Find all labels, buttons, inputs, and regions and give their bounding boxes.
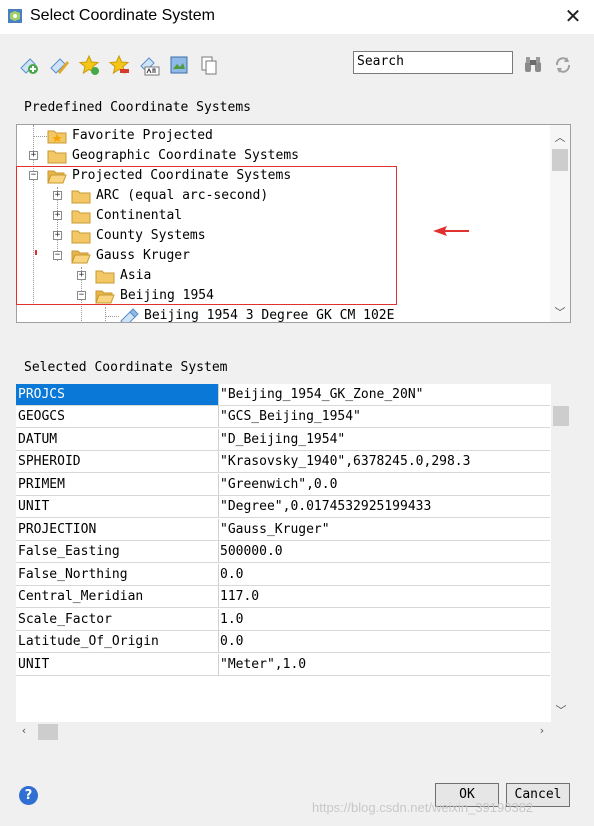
property-value: "GCS_Beijing_1954"	[220, 409, 361, 424]
property-value: 1.0	[220, 612, 244, 627]
watermark: https://blog.csdn.net/weixin_39190382	[312, 800, 534, 815]
import-icon[interactable]	[168, 54, 190, 76]
property-key: PROJCS	[16, 384, 219, 405]
scroll-down-icon[interactable]: ﹀	[551, 702, 571, 718]
remove-favorite-icon[interactable]	[108, 54, 130, 76]
scroll-thumb[interactable]	[553, 406, 569, 426]
predefined-label: Predefined Coordinate Systems	[24, 100, 251, 115]
property-value: 0.0	[220, 567, 244, 582]
property-key: PRIMEM	[16, 474, 219, 495]
property-value: "Gauss_Kruger"	[220, 522, 330, 537]
property-value: "Krasovsky_1940",6378245.0,298.3	[220, 454, 471, 469]
app-icon	[8, 9, 22, 23]
tree-item-favorite-projected[interactable]: Favorite Projected	[17, 126, 547, 146]
table-row[interactable]: Latitude_Of_Origin 0.0	[16, 631, 550, 653]
scroll-thumb[interactable]	[552, 149, 568, 171]
property-value: "Meter",1.0	[220, 657, 307, 672]
title-bar: Select Coordinate System ✕	[0, 0, 594, 34]
help-icon[interactable]: ?	[19, 786, 38, 805]
tree-item-label: Beijing 1954 3 Degree GK CM 102E	[144, 308, 395, 323]
property-key: UNIT	[16, 496, 219, 517]
scroll-right-icon[interactable]: ›	[534, 724, 550, 740]
property-value: "Beijing_1954_GK_Zone_20N"	[220, 387, 424, 402]
refresh-icon[interactable]	[552, 54, 574, 76]
favorite-folder-icon	[47, 130, 67, 144]
property-key: False_Northing	[16, 564, 219, 585]
add-coordinate-icon[interactable]	[18, 54, 40, 76]
property-value: 0.0	[220, 634, 244, 649]
property-key: Central_Meridian	[16, 586, 219, 607]
expand-toggle[interactable]: +	[29, 151, 38, 160]
table-row[interactable]: PROJECTION "Gauss_Kruger"	[16, 519, 550, 541]
arrow-left-icon	[433, 226, 469, 236]
property-value: "Degree",0.0174532925199433	[220, 499, 432, 514]
property-key: GEOGCS	[16, 406, 219, 427]
table-row[interactable]: PRIMEM "Greenwich",0.0	[16, 474, 550, 496]
property-value: "D_Beijing_1954"	[220, 432, 346, 447]
scroll-down-icon[interactable]: ﹀	[550, 304, 570, 320]
search-input[interactable]: Search	[353, 51, 513, 74]
scroll-left-icon[interactable]: ‹	[16, 724, 32, 740]
property-key: Scale_Factor	[16, 609, 219, 630]
selected-label: Selected Coordinate System	[24, 360, 228, 375]
table-row[interactable]: False_Northing 0.0	[16, 564, 550, 586]
property-value: 117.0	[220, 589, 260, 604]
add-favorite-icon[interactable]	[78, 54, 100, 76]
binoculars-icon[interactable]	[522, 54, 544, 76]
edit-coordinate-icon[interactable]	[48, 54, 70, 76]
highlight-box	[16, 166, 397, 305]
scroll-thumb[interactable]	[38, 724, 58, 740]
rename-icon[interactable]	[138, 54, 160, 76]
table-row[interactable]: PROJCS "Beijing_1954_GK_Zone_20N"	[16, 384, 550, 406]
table-vertical-scrollbar[interactable]: ﹀	[551, 384, 571, 722]
table-row[interactable]: GEOGCS "GCS_Beijing_1954"	[16, 406, 550, 428]
table-row[interactable]: Scale_Factor 1.0	[16, 609, 550, 631]
property-key: PROJECTION	[16, 519, 219, 540]
close-button[interactable]: ✕	[562, 6, 584, 28]
window-title: Select Coordinate System	[30, 7, 215, 24]
tree-item-label: Favorite Projected	[72, 128, 213, 143]
tree-item-geographic[interactable]: + Geographic Coordinate Systems	[17, 146, 547, 166]
tree-item-label: Geographic Coordinate Systems	[72, 148, 299, 163]
property-key: False_Easting	[16, 541, 219, 562]
table-row[interactable]: UNIT "Meter",1.0	[16, 654, 550, 676]
table-row[interactable]: Central_Meridian 117.0	[16, 586, 550, 608]
folder-icon	[47, 150, 67, 164]
copy-icon[interactable]	[198, 54, 220, 76]
table-row[interactable]: SPHEROID "Krasovsky_1940",6378245.0,298.3	[16, 451, 550, 473]
tree-item-beijing-gk-102e[interactable]: Beijing 1954 3 Degree GK CM 102E	[17, 306, 547, 323]
projection-file-icon	[120, 308, 139, 322]
annotation-mark	[35, 250, 37, 255]
table-horizontal-scrollbar[interactable]: ‹ ›	[16, 722, 550, 742]
tree-vertical-scrollbar[interactable]: ︿ ﹀	[550, 125, 570, 322]
table-row[interactable]: DATUM "D_Beijing_1954"	[16, 429, 550, 451]
property-value: 500000.0	[220, 544, 283, 559]
scroll-up-icon[interactable]: ︿	[550, 129, 570, 145]
property-key: DATUM	[16, 429, 219, 450]
properties-table[interactable]: PROJCS "Beijing_1954_GK_Zone_20N" GEOGCS "…	[16, 384, 571, 722]
property-value: "Greenwich",0.0	[220, 477, 338, 492]
property-key: UNIT	[16, 654, 219, 675]
property-key: Latitude_Of_Origin	[16, 631, 219, 652]
table-row[interactable]: UNIT "Degree",0.0174532925199433	[16, 496, 550, 518]
property-key: SPHEROID	[16, 451, 219, 472]
table-row[interactable]: False_Easting 500000.0	[16, 541, 550, 563]
